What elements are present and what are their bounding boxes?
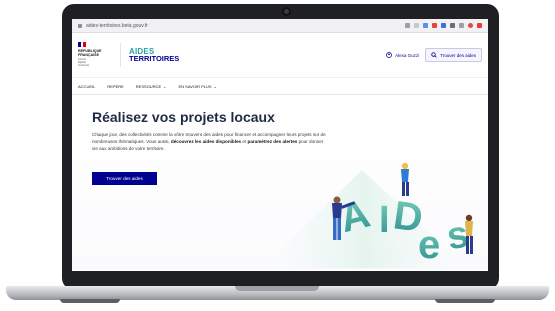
extension-icon[interactable] [477,23,482,28]
extension-icon[interactable] [423,23,428,28]
hero-illustration: A I D e s [262,162,473,268]
user-name: Alexa Guzzi [395,52,420,58]
header-actions: Alexa Guzzi Trouver des aides [386,48,482,62]
webcam [282,7,291,16]
laptop-foot [60,299,120,303]
nav-item-label: ACCUEIL [78,83,96,89]
extension-icon[interactable] [432,23,437,28]
person-on-letters-icon [401,162,409,196]
republic-label: RÉPUBLIQUE FRANÇAISE [78,49,102,57]
nav-item-label: REPERE [107,83,124,89]
laptop-mockup: aides-territoires.beta.gouv.fr RÉPUBLIQU… [0,0,555,311]
puzzle-icon[interactable] [450,23,455,28]
nav-item-en-savoir-plus[interactable]: EN SAVOIR PLUS ⌄ [179,84,217,89]
nav-item-label: RESSOURCE [135,83,162,89]
laptop-trackpad-notch [235,286,319,291]
laptop-foot [435,299,495,303]
browser-toolbar: aides-territoires.beta.gouv.fr [72,19,488,33]
share-icon[interactable] [405,23,410,28]
main-nav: ACCUEIL REPERE RESSOURCE ⌄ EN SAVOIR PLUS… [72,77,488,95]
extension-icon[interactable] [441,23,446,28]
laptop-screen: aides-territoires.beta.gouv.fr RÉPUBLIQU… [72,19,488,271]
republique-francaise-logo[interactable]: RÉPUBLIQUE FRANÇAISE Liberté Égalité Fra… [78,40,110,70]
bookmark-icon[interactable] [414,23,419,28]
url-bar[interactable]: aides-territoires.beta.gouv.fr [86,23,401,29]
letter-i: I [379,199,390,241]
republic-motto: Liberté Égalité Fraternité [78,58,90,67]
aides-territoires-logo[interactable]: AIDES TERRITOIRES [129,48,180,63]
profile-icon[interactable] [468,23,473,28]
user-account-link[interactable]: Alexa Guzzi [386,52,419,58]
search-icon [431,52,437,58]
hero-section: Réalisez vos projets locaux Chaque jour,… [72,95,488,270]
header-find-aides-button[interactable]: Trouver des aides [425,48,482,62]
header-divider [120,43,121,67]
menu-icon[interactable] [459,23,464,28]
chevron-down-icon: ⌄ [213,83,217,89]
find-aides-cta-button[interactable]: Trouver des aides [92,172,157,185]
site-header: RÉPUBLIQUE FRANÇAISE Liberté Égalité Fra… [72,33,488,77]
nav-item-label: EN SAVOIR PLUS [178,83,212,89]
user-icon [386,52,393,58]
hero-title: Réalisez vos projets locaux [92,109,275,125]
chevron-down-icon: ⌄ [163,83,167,89]
french-flag-icon [78,42,87,47]
nav-item-accueil[interactable]: ACCUEIL [78,84,95,89]
person-standing-icon [465,214,473,254]
brand-word-2: TERRITOIRES [129,54,180,63]
browser-extensions [405,23,482,28]
nav-item-ressource[interactable]: RESSOURCE ⌄ [136,84,167,89]
lock-icon [78,23,82,28]
letter-e: e [418,223,440,267]
find-button-label: Trouver des aides [440,52,476,58]
nav-item-repere[interactable]: REPERE [107,84,123,89]
